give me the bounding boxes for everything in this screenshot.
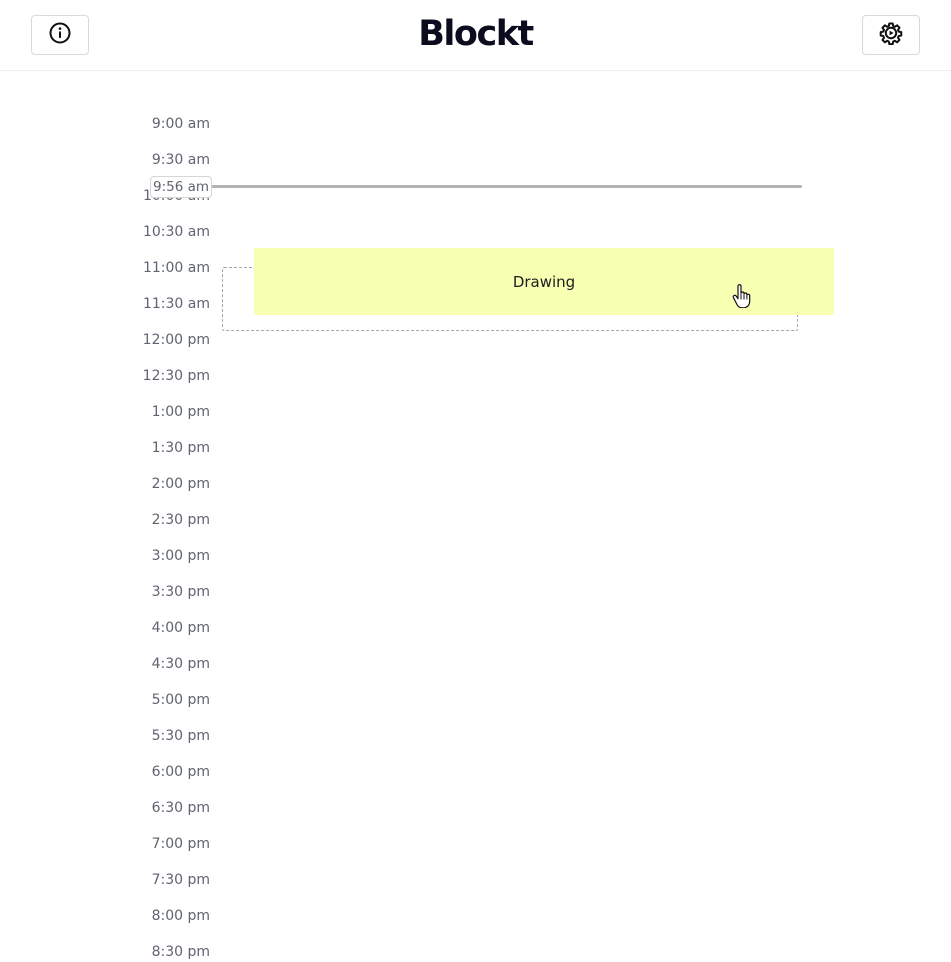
time-slot-label: 2:00 pm (151, 476, 210, 492)
time-slot-label: 7:00 pm (151, 836, 210, 852)
time-slot-label: 6:30 pm (151, 800, 210, 816)
time-slot-label: 5:30 pm (151, 728, 210, 744)
current-time-line (210, 185, 802, 188)
time-slot-label: 7:30 pm (151, 872, 210, 888)
time-slot-label: 9:00 am (151, 116, 210, 132)
time-slot-label: 4:00 pm (151, 620, 210, 636)
app-header: Blockt (0, 0, 951, 71)
settings-button[interactable] (862, 15, 920, 55)
time-slot-label: 12:00 pm (142, 332, 210, 348)
time-slot-label: 10:30 am (142, 224, 210, 240)
gear-play-icon (879, 21, 903, 49)
time-slot-label: 11:00 am (142, 260, 210, 276)
time-slot-label: 4:30 pm (151, 656, 210, 672)
time-slot-label: 8:00 pm (151, 908, 210, 924)
time-slot-label: 1:00 pm (151, 404, 210, 420)
time-slot-label: 2:30 pm (151, 512, 210, 528)
app-title: Blockt (418, 14, 534, 54)
time-slot-label: 12:30 pm (142, 368, 210, 384)
time-block-label: Drawing (512, 272, 576, 291)
time-slot-label: 1:30 pm (151, 440, 210, 456)
time-slot-label: 3:00 pm (151, 548, 210, 564)
time-slot-label: 8:30 pm (151, 944, 210, 960)
time-slot-label: 3:30 pm (151, 584, 210, 600)
time-slot-label: 6:00 pm (151, 764, 210, 780)
time-block-drawing[interactable]: Drawing (254, 248, 834, 315)
current-time-badge: 9:56 am (150, 176, 212, 198)
time-slot-label: 5:00 pm (151, 692, 210, 708)
timeline: 9:00 am9:30 am10:00 am10:30 am11:00 am11… (0, 72, 951, 960)
time-slot-label: 11:30 am (142, 296, 210, 312)
time-slot-label: 9:30 am (151, 152, 210, 168)
